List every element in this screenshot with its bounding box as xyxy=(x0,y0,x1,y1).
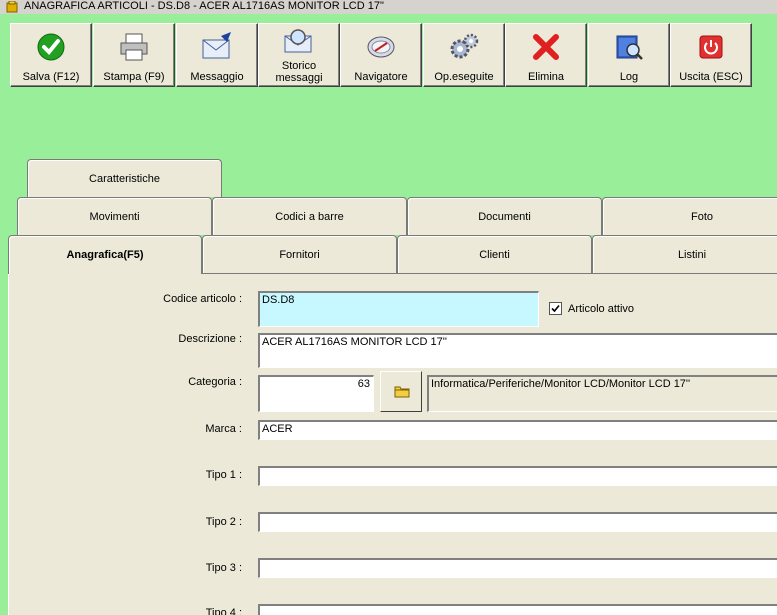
tipo1-label: Tipo 1 : xyxy=(205,469,242,481)
delete-button-label: Elimina xyxy=(527,71,565,83)
categoria-path-display: Informatica/Periferiche/Monitor LCD/Moni… xyxy=(427,375,777,412)
articolo-attivo-label: Articolo attivo xyxy=(568,302,635,315)
categoria-browse-button[interactable] xyxy=(380,371,422,412)
checkbox-box[interactable] xyxy=(549,302,562,315)
tab-movimenti[interactable]: Movimenti xyxy=(17,197,212,235)
power-icon xyxy=(699,35,723,59)
message-history-label-line1: Storico xyxy=(281,60,317,72)
navigator-button-label: Navigatore xyxy=(354,71,408,83)
message-history-button[interactable]: Storico messaggi xyxy=(258,23,340,87)
exit-button-label: Uscita (ESC) xyxy=(679,71,743,83)
toolbar: Salva (F12) Stampa (F9) Messaggio Storic… xyxy=(0,14,777,89)
print-button-label: Stampa (F9) xyxy=(103,71,165,83)
red-x-icon xyxy=(533,34,559,60)
checkmark-icon xyxy=(37,33,65,61)
log-button-label: Log xyxy=(619,71,639,83)
book-search-icon xyxy=(616,35,643,60)
descrizione-label: Descrizione : xyxy=(178,333,242,345)
descrizione-input[interactable]: ACER AL1716AS MONITOR LCD 17'' xyxy=(258,333,777,368)
folder-icon xyxy=(394,386,410,398)
check-mark-icon xyxy=(551,304,560,313)
articolo-attivo-checkbox[interactable]: Articolo attivo xyxy=(549,302,634,315)
tipo2-label: Tipo 2 : xyxy=(205,516,242,528)
tipo3-input[interactable] xyxy=(258,558,777,578)
tipo4-input[interactable] xyxy=(258,604,777,615)
log-button[interactable]: Log xyxy=(588,23,670,87)
message-history-button-label: Storico messaggi xyxy=(259,60,339,84)
save-button[interactable]: Salva (F12) xyxy=(10,23,92,87)
tab-foto[interactable]: Foto xyxy=(602,197,777,235)
tab-clienti[interactable]: Clienti xyxy=(397,235,592,273)
operations-button[interactable]: Op.eseguite xyxy=(423,23,505,87)
navigator-button[interactable]: Navigatore xyxy=(340,23,422,87)
tipo3-label: Tipo 3 : xyxy=(205,562,242,574)
codice-articolo-label: Codice articolo : xyxy=(163,293,242,305)
tipo1-input[interactable] xyxy=(258,466,777,486)
tab-codici-a-barre[interactable]: Codici a barre xyxy=(212,197,407,235)
tipo4-label: Tipo 4 : xyxy=(205,607,242,615)
message-history-label-line2: messaggi xyxy=(275,72,323,84)
marca-input[interactable]: ACER xyxy=(258,420,777,440)
app-icon xyxy=(6,1,18,13)
exit-button[interactable]: Uscita (ESC) xyxy=(670,23,752,87)
printer-icon xyxy=(120,33,148,61)
envelope-pen-icon xyxy=(202,32,231,59)
save-button-label: Salva (F12) xyxy=(22,71,80,83)
title-bar: ANAGRAFICA ARTICOLI - DS.D8 - ACER AL171… xyxy=(0,0,777,14)
print-button[interactable]: Stampa (F9) xyxy=(93,23,175,87)
tab-listini[interactable]: Listini xyxy=(592,235,777,273)
gears-icon xyxy=(450,33,479,59)
operations-button-label: Op.eseguite xyxy=(434,71,494,83)
compass-icon xyxy=(367,36,395,58)
message-button[interactable]: Messaggio xyxy=(176,23,258,87)
codice-articolo-input[interactable]: DS.D8 xyxy=(258,291,539,327)
categoria-label: Categoria : xyxy=(188,376,242,388)
categoria-code-input[interactable]: 63 xyxy=(258,375,374,412)
envelope-search-icon xyxy=(284,29,312,53)
message-button-label: Messaggio xyxy=(190,71,244,83)
tab-anagrafica[interactable]: Anagrafica(F5) xyxy=(8,235,202,274)
tipo2-input[interactable] xyxy=(258,512,777,532)
delete-button[interactable]: Elimina xyxy=(505,23,587,87)
tab-documenti[interactable]: Documenti xyxy=(407,197,602,235)
tab-fornitori[interactable]: Fornitori xyxy=(202,235,397,273)
panel-top-border xyxy=(202,273,777,274)
tab-caratteristiche[interactable]: Caratteristiche xyxy=(27,159,222,197)
marca-label: Marca : xyxy=(205,423,242,435)
window-title: ANAGRAFICA ARTICOLI - DS.D8 - ACER AL171… xyxy=(24,0,384,12)
